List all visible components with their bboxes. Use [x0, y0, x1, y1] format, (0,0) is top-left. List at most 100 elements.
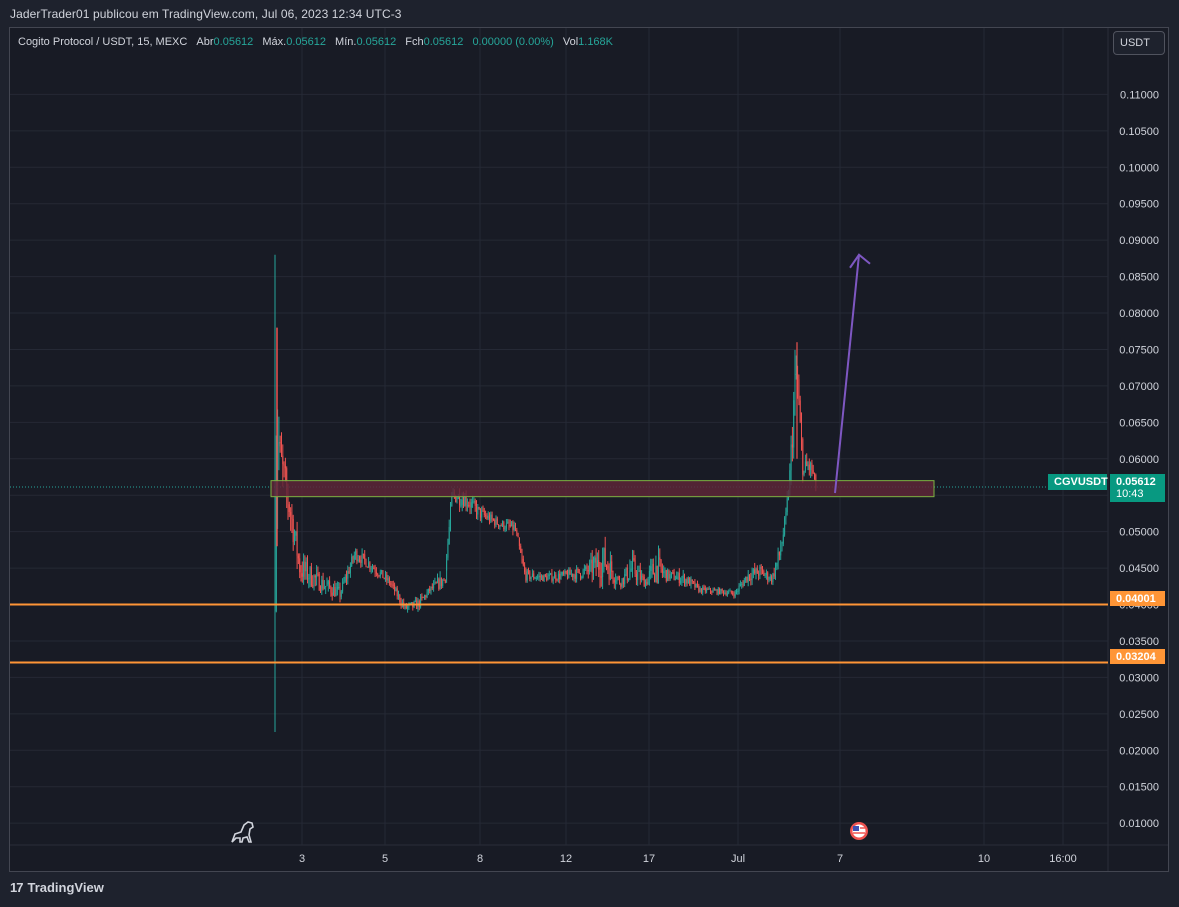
candle-body [489, 515, 490, 522]
candle-body [448, 527, 450, 545]
y-tick-label: 0.03500 [1119, 636, 1159, 648]
candle-body [765, 572, 767, 575]
candle-body [377, 573, 379, 576]
symbol-price-tag: CGVUSDT [1048, 474, 1108, 490]
candle-body [712, 589, 714, 593]
candle-body [524, 565, 526, 573]
candle-body [678, 573, 680, 583]
candle-body [784, 517, 786, 535]
candle-body [461, 499, 463, 505]
candle-body [598, 560, 600, 570]
candle-body [703, 587, 705, 589]
candle-body [333, 587, 334, 596]
candle-body [794, 375, 796, 401]
y-tick-label: 0.05000 [1119, 527, 1159, 539]
candle-body [603, 548, 605, 561]
candle-body [580, 573, 581, 578]
candle-body [814, 473, 815, 475]
candle-body [751, 573, 753, 581]
candle-body [308, 578, 310, 580]
candle-body [806, 461, 808, 467]
candle-body [737, 591, 739, 593]
candle-body [713, 589, 715, 591]
candle-body [732, 592, 734, 595]
candle-body [309, 567, 311, 579]
candle-body [325, 585, 327, 588]
candle-body [812, 470, 814, 474]
candle-body [790, 444, 792, 471]
candle-body [667, 569, 669, 582]
candle-body [450, 506, 451, 528]
candle-body [733, 594, 735, 597]
candle-body [684, 575, 685, 584]
currency-selector[interactable]: USDT [1113, 31, 1165, 55]
candle-body [512, 521, 514, 530]
candle-body [736, 591, 737, 593]
candle-body [593, 562, 594, 574]
candle-body [628, 578, 630, 581]
candle-body [346, 576, 347, 579]
candle-body [803, 470, 805, 475]
candle-body [296, 531, 298, 556]
candle-body [533, 573, 535, 579]
candle-body [663, 571, 665, 573]
chart-canvas[interactable]: 0.11000 0.10500 0.10000 0.09500 0.09000 0.085… [0, 0, 1179, 907]
candle-body [534, 578, 536, 580]
candle-body [442, 579, 444, 586]
candle-body [430, 586, 432, 592]
candle-body [664, 570, 666, 572]
candle-body [362, 553, 364, 555]
y-tick-label: 0.06500 [1119, 417, 1159, 429]
last-price-tag: 0.05612 10:43 [1110, 474, 1165, 502]
candle-body [689, 578, 691, 586]
candle-body [791, 444, 793, 448]
candle-body [313, 575, 315, 586]
candle-body [528, 570, 529, 572]
candle-body [568, 569, 570, 578]
candle-body [676, 576, 678, 580]
candle-body [383, 578, 385, 580]
candle-body [443, 579, 445, 581]
candle-body [456, 498, 458, 502]
footer-brand[interactable]: 17 TradingView [10, 880, 104, 895]
close-label: Fch [405, 36, 424, 48]
candle-body [543, 574, 545, 582]
x-tick-label: 5 [382, 853, 388, 865]
candle-body [360, 560, 362, 563]
candle-body [811, 463, 813, 471]
candle-body [356, 550, 358, 561]
candle-body [330, 586, 332, 593]
candle-body [421, 596, 423, 598]
candle-body [414, 600, 416, 602]
candle-body [486, 516, 488, 519]
candle-body [503, 521, 505, 530]
candle-body [782, 534, 784, 544]
candle-body [340, 591, 342, 597]
candle-body [726, 593, 728, 595]
candle-body [299, 558, 301, 573]
x-tick-label: Jul [731, 853, 745, 865]
candle-body [682, 575, 684, 579]
candle-body [630, 568, 632, 571]
candle-body [775, 566, 776, 577]
symbol-label[interactable]: Cogito Protocol / USDT, 15, MEXC [18, 36, 187, 48]
candle-body [615, 581, 617, 583]
candle-body [638, 570, 640, 572]
candle-body [555, 574, 557, 580]
candle-body [651, 563, 653, 567]
candle-body [786, 498, 788, 513]
x-tick-label: 10 [978, 853, 990, 865]
candle-body [525, 572, 527, 581]
candle-body [516, 529, 518, 533]
candle-body [382, 570, 384, 579]
candle-body [365, 559, 367, 567]
candle-body [364, 554, 366, 560]
chart-legend: Cogito Protocol / USDT, 15, MEXC Abr0.05… [18, 36, 613, 48]
candle-body [648, 570, 650, 578]
candle-body [602, 560, 604, 578]
candle-body [474, 500, 476, 506]
candle-body [369, 562, 371, 569]
candle-body [769, 576, 771, 580]
candle-body [336, 587, 338, 589]
candle-body [556, 579, 558, 581]
